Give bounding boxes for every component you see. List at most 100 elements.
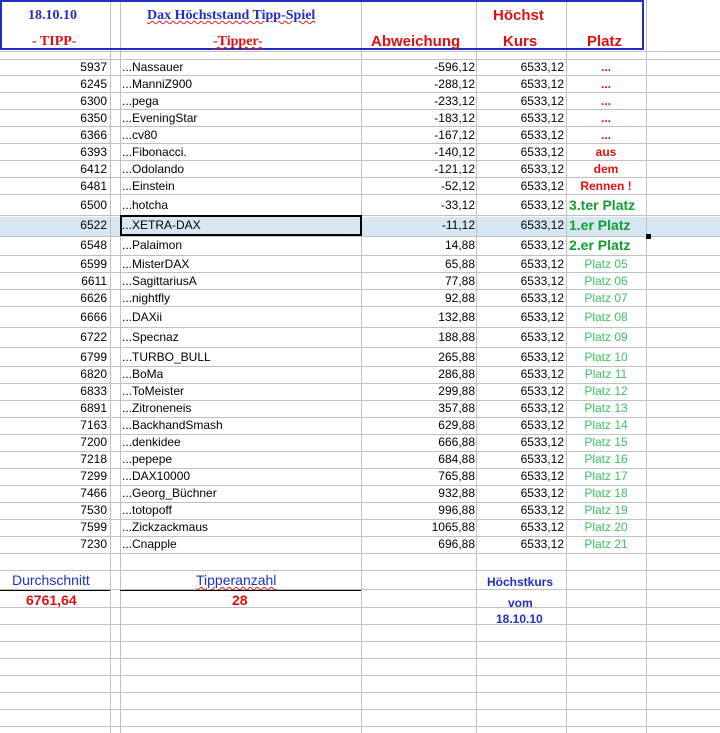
- kurs-cell[interactable]: 6533,12: [477, 217, 564, 233]
- tipper-name-cell[interactable]: ...Zitroneneis: [122, 400, 358, 416]
- tipp-cell[interactable]: 7163: [0, 417, 107, 433]
- tipper-name-cell[interactable]: ...DAXii: [122, 309, 358, 325]
- kurs-cell[interactable]: 6533,12: [477, 110, 564, 126]
- tipp-cell[interactable]: 7200: [0, 434, 107, 450]
- kurs-cell[interactable]: 6533,12: [477, 451, 564, 467]
- tipper-name-cell[interactable]: ...denkidee: [122, 434, 358, 450]
- tipper-name-cell[interactable]: ...BackhandSmash: [122, 417, 358, 433]
- tipp-cell[interactable]: 7230: [0, 536, 107, 552]
- kurs-cell[interactable]: 6533,12: [477, 417, 564, 433]
- platz-cell[interactable]: Platz 21: [566, 536, 646, 552]
- kurs-cell[interactable]: 6533,12: [477, 197, 564, 213]
- kurs-cell[interactable]: 6533,12: [477, 127, 564, 143]
- kurs-cell[interactable]: 6533,12: [477, 366, 564, 382]
- kurs-cell[interactable]: 6533,12: [477, 468, 564, 484]
- tipper-name-cell[interactable]: ...hotcha: [122, 197, 358, 213]
- platz-cell[interactable]: Platz 13: [566, 400, 646, 416]
- kurs-cell[interactable]: 6533,12: [477, 519, 564, 535]
- platz-cell[interactable]: ...: [566, 59, 646, 75]
- platz-cell[interactable]: dem: [566, 161, 646, 177]
- platz-cell[interactable]: Platz 18: [566, 485, 646, 501]
- tipper-name-cell[interactable]: ...pepepe: [122, 451, 358, 467]
- tipper-name-cell[interactable]: ...Odolando: [122, 161, 358, 177]
- tipp-cell[interactable]: 7299: [0, 468, 107, 484]
- abweichung-cell[interactable]: 666,88: [362, 434, 475, 450]
- abweichung-cell[interactable]: 77,88: [362, 273, 475, 289]
- tipper-name-cell[interactable]: ...pega: [122, 93, 358, 109]
- tipper-name-cell[interactable]: ...Cnapple: [122, 536, 358, 552]
- tipper-name-cell[interactable]: ...Nassauer: [122, 59, 358, 75]
- tipp-cell[interactable]: 6245: [0, 76, 107, 92]
- platz-cell[interactable]: 1.er Platz: [569, 217, 649, 233]
- tipper-name-cell[interactable]: ...TURBO_BULL: [122, 349, 358, 365]
- platz-cell[interactable]: Platz 10: [566, 349, 646, 365]
- abweichung-cell[interactable]: 286,88: [362, 366, 475, 382]
- abweichung-cell[interactable]: -140,12: [362, 144, 475, 160]
- abweichung-cell[interactable]: -233,12: [362, 93, 475, 109]
- kurs-cell[interactable]: 6533,12: [477, 309, 564, 325]
- kurs-cell[interactable]: 6533,12: [477, 536, 564, 552]
- platz-cell[interactable]: Platz 19: [566, 502, 646, 518]
- platz-cell[interactable]: Rennen !: [566, 178, 646, 194]
- tipp-cell[interactable]: 7466: [0, 485, 107, 501]
- kurs-cell[interactable]: 6533,12: [477, 485, 564, 501]
- tipp-cell[interactable]: 6300: [0, 93, 107, 109]
- abweichung-cell[interactable]: 357,88: [362, 400, 475, 416]
- kurs-cell[interactable]: 6533,12: [477, 59, 564, 75]
- tipp-cell[interactable]: 6548: [0, 237, 107, 253]
- tipper-name-cell[interactable]: ...ToMeister: [122, 383, 358, 399]
- tipp-cell[interactable]: 6626: [0, 290, 107, 306]
- abweichung-cell[interactable]: 932,88: [362, 485, 475, 501]
- tipper-name-cell[interactable]: ...EveningStar: [122, 110, 358, 126]
- tipp-cell[interactable]: 6599: [0, 256, 107, 272]
- tipp-cell[interactable]: 6522: [0, 217, 107, 233]
- kurs-cell[interactable]: 6533,12: [477, 161, 564, 177]
- abweichung-cell[interactable]: -183,12: [362, 110, 475, 126]
- kurs-cell[interactable]: 6533,12: [477, 273, 564, 289]
- abweichung-cell[interactable]: 132,88: [362, 309, 475, 325]
- abweichung-cell[interactable]: -11,12: [362, 217, 475, 233]
- platz-cell[interactable]: Platz 15: [566, 434, 646, 450]
- kurs-cell[interactable]: 6533,12: [477, 256, 564, 272]
- tipp-cell[interactable]: 6412: [0, 161, 107, 177]
- tipper-name-cell[interactable]: ...Einstein: [122, 178, 358, 194]
- abweichung-cell[interactable]: 765,88: [362, 468, 475, 484]
- abweichung-cell[interactable]: -121,12: [362, 161, 475, 177]
- kurs-cell[interactable]: 6533,12: [477, 237, 564, 253]
- kurs-cell[interactable]: 6533,12: [477, 329, 564, 345]
- tipper-name-cell[interactable]: ...totopoff: [122, 502, 358, 518]
- tipper-name-cell[interactable]: ...DAX10000: [122, 468, 358, 484]
- tipper-name-cell[interactable]: ...BoMa: [122, 366, 358, 382]
- kurs-cell[interactable]: 6533,12: [477, 383, 564, 399]
- abweichung-cell[interactable]: 696,88: [362, 536, 475, 552]
- abweichung-cell[interactable]: 1065,88: [362, 519, 475, 535]
- tipp-cell[interactable]: 6666: [0, 309, 107, 325]
- tipper-name-cell[interactable]: ...Palaimon: [122, 237, 358, 253]
- tipp-cell[interactable]: 7218: [0, 451, 107, 467]
- abweichung-cell[interactable]: -167,12: [362, 127, 475, 143]
- platz-cell[interactable]: Platz 16: [566, 451, 646, 467]
- kurs-cell[interactable]: 6533,12: [477, 502, 564, 518]
- tipper-name-cell[interactable]: ...Zickzackmaus: [122, 519, 358, 535]
- abweichung-cell[interactable]: -288,12: [362, 76, 475, 92]
- kurs-cell[interactable]: 6533,12: [477, 144, 564, 160]
- platz-cell[interactable]: ...: [566, 76, 646, 92]
- tipper-name-cell[interactable]: ...ManniZ900: [122, 76, 358, 92]
- abweichung-cell[interactable]: 684,88: [362, 451, 475, 467]
- abweichung-cell[interactable]: 265,88: [362, 349, 475, 365]
- platz-cell[interactable]: ...: [566, 93, 646, 109]
- platz-cell[interactable]: ...: [566, 110, 646, 126]
- platz-cell[interactable]: 3.ter Platz: [569, 197, 649, 213]
- platz-cell[interactable]: Platz 08: [566, 309, 646, 325]
- platz-cell[interactable]: 2.er Platz: [569, 237, 649, 253]
- tipper-name-cell[interactable]: ...Fibonacci.: [122, 144, 358, 160]
- kurs-cell[interactable]: 6533,12: [477, 434, 564, 450]
- platz-cell[interactable]: Platz 20: [566, 519, 646, 535]
- platz-cell[interactable]: Platz 06: [566, 273, 646, 289]
- tipper-name-cell[interactable]: ...cv80: [122, 127, 358, 143]
- abweichung-cell[interactable]: 188,88: [362, 329, 475, 345]
- abweichung-cell[interactable]: -52,12: [362, 178, 475, 194]
- kurs-cell[interactable]: 6533,12: [477, 93, 564, 109]
- tipp-cell[interactable]: 6393: [0, 144, 107, 160]
- abweichung-cell[interactable]: 65,88: [362, 256, 475, 272]
